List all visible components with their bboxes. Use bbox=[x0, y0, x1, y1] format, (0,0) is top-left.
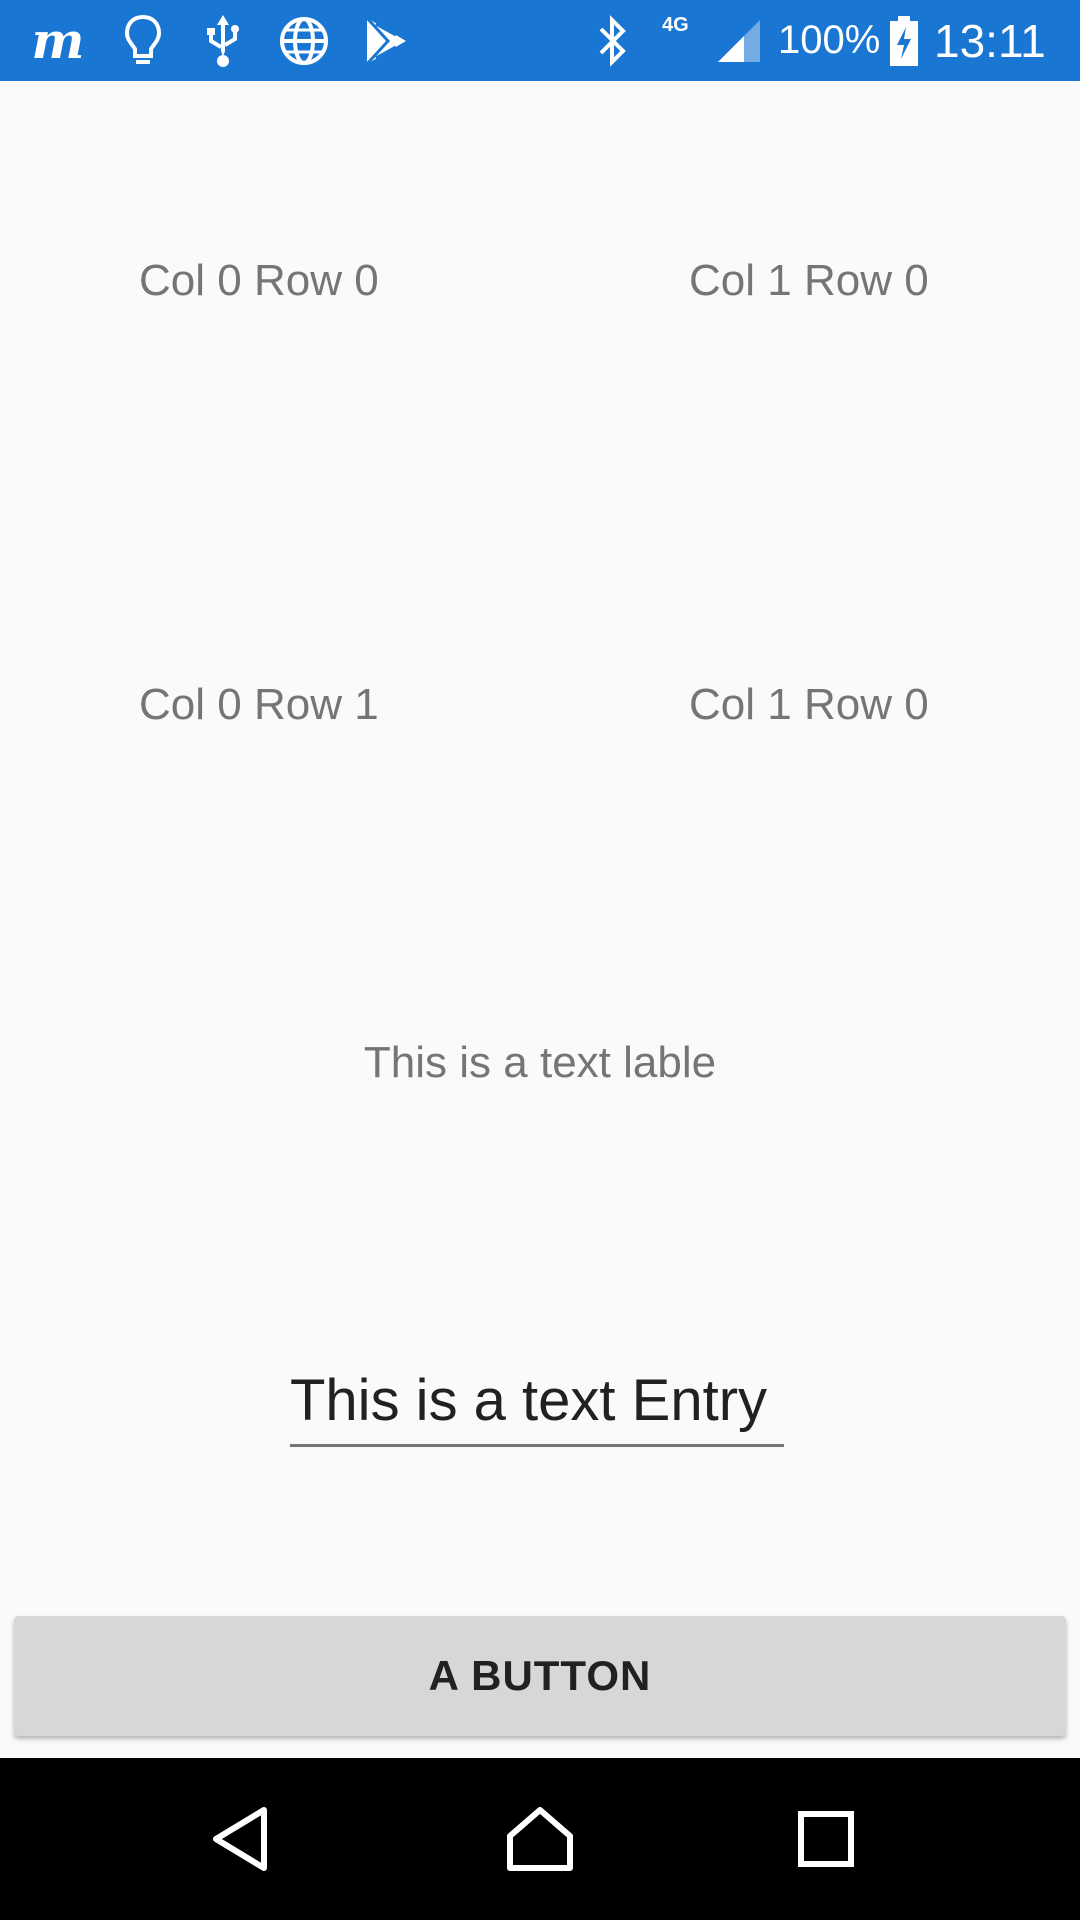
recents-button[interactable] bbox=[746, 1758, 906, 1920]
navigation-bar bbox=[0, 1758, 1080, 1920]
home-icon bbox=[507, 1807, 573, 1871]
grid-cell-col0-row1: Col 0 Row 1 bbox=[139, 680, 379, 729]
globe-icon bbox=[274, 0, 334, 81]
text-entry[interactable] bbox=[290, 1360, 784, 1440]
text-label: This is a text lable bbox=[363, 1038, 717, 1087]
signal-icon bbox=[712, 0, 766, 81]
a-button[interactable]: A BUTTON bbox=[14, 1616, 1066, 1736]
battery-percent: 100% bbox=[778, 18, 881, 62]
grid-cell-col1-row1: Col 1 Row 0 bbox=[689, 680, 929, 729]
play-store-icon bbox=[356, 0, 416, 81]
lightbulb-icon bbox=[118, 0, 168, 81]
usb-icon bbox=[198, 0, 248, 81]
status-bar: m 4G 100% 13:11 bbox=[0, 0, 1080, 81]
m-logo-icon: m bbox=[31, 11, 85, 70]
back-button[interactable] bbox=[160, 1758, 320, 1920]
clock: 13:11 bbox=[934, 14, 1046, 67]
grid-cell-col1-row0: Col 1 Row 0 bbox=[689, 256, 929, 305]
bluetooth-icon bbox=[590, 0, 634, 81]
recents-icon bbox=[798, 1811, 854, 1867]
back-icon bbox=[213, 1807, 267, 1871]
battery-charging-icon bbox=[884, 0, 924, 81]
grid-cell-col0-row0: Col 0 Row 0 bbox=[139, 256, 379, 305]
network-type: 4G bbox=[662, 13, 689, 36]
home-button[interactable] bbox=[460, 1758, 620, 1920]
text-entry-container bbox=[290, 1360, 784, 1447]
